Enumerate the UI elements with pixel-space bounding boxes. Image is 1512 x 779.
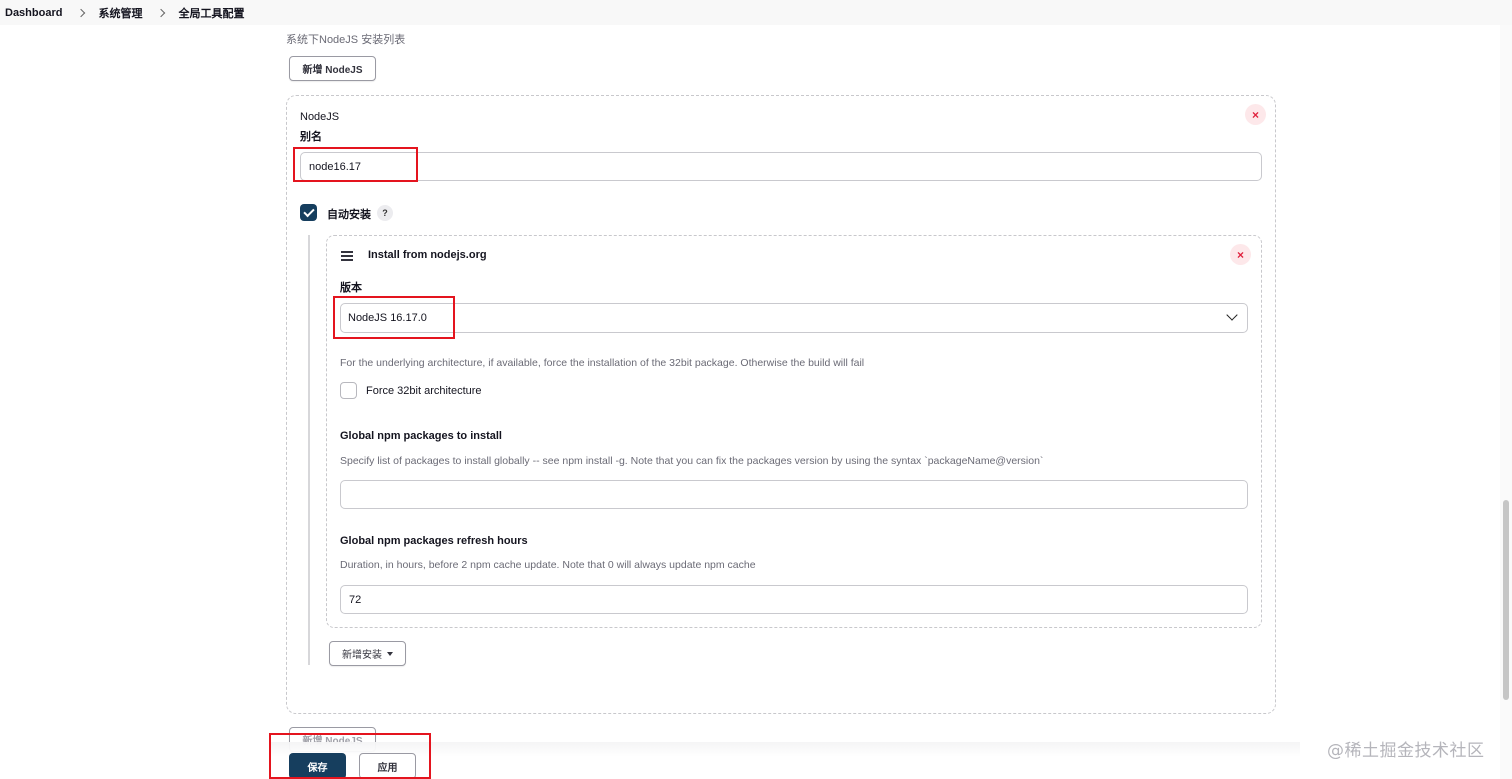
version-select[interactable]: NodeJS 16.17.0 [340,303,1248,333]
refresh-hours-label: Global npm packages refresh hours [340,535,528,547]
npm-packages-input[interactable] [340,480,1248,509]
remove-installer-button[interactable]: × [1230,244,1251,265]
chevron-right-icon [157,8,166,17]
installer-title: Install from nodejs.org [368,249,487,261]
version-label: 版本 [340,282,362,294]
npm-packages-label: Global npm packages to install [340,430,502,442]
auto-install-checkbox[interactable] [300,204,317,221]
breadcrumb-dashboard[interactable]: Dashboard [5,7,66,19]
refresh-hours-description: Duration, in hours, before 2 npm cache u… [340,559,756,571]
npm-packages-description: Specify list of packages to install glob… [340,455,1044,467]
help-icon[interactable]: ? [377,205,393,221]
watermark: @稀土掘金技术社区 [1327,741,1485,761]
caret-down-icon [387,651,393,656]
drag-handle-icon[interactable] [341,251,353,261]
bottom-action-bar [270,742,1300,779]
arch-description: For the underlying architecture, if avai… [340,357,865,369]
breadcrumb: Dashboard 系统管理 全局工具配置 [0,0,1512,25]
apply-button[interactable]: 应用 [359,753,416,779]
breadcrumb-system-management[interactable]: 系统管理 [98,5,146,21]
remove-nodejs-button[interactable]: × [1245,104,1266,125]
nesting-line [308,235,310,665]
force32-label: Force 32bit architecture [366,385,482,397]
add-installer-label: 新增安装 [342,650,382,661]
alias-label: 别名 [300,131,322,143]
chevron-right-icon [77,8,86,17]
add-nodejs-button[interactable]: 新增 NodeJS [289,56,376,81]
add-installer-button[interactable]: 新增安装 [329,641,406,666]
breadcrumb-global-tool-config[interactable]: 全局工具配置 [178,5,248,21]
alias-input[interactable]: node16.17 [300,152,1262,181]
card-type-label: NodeJS [300,111,340,123]
auto-install-label: 自动安装 [327,209,371,221]
refresh-hours-input[interactable]: 72 [340,585,1248,614]
save-button[interactable]: 保存 [289,753,346,779]
force32-checkbox[interactable] [340,382,357,399]
scrollbar-thumb[interactable] [1503,500,1509,700]
section-description: 系统下NodeJS 安装列表 [286,34,406,46]
